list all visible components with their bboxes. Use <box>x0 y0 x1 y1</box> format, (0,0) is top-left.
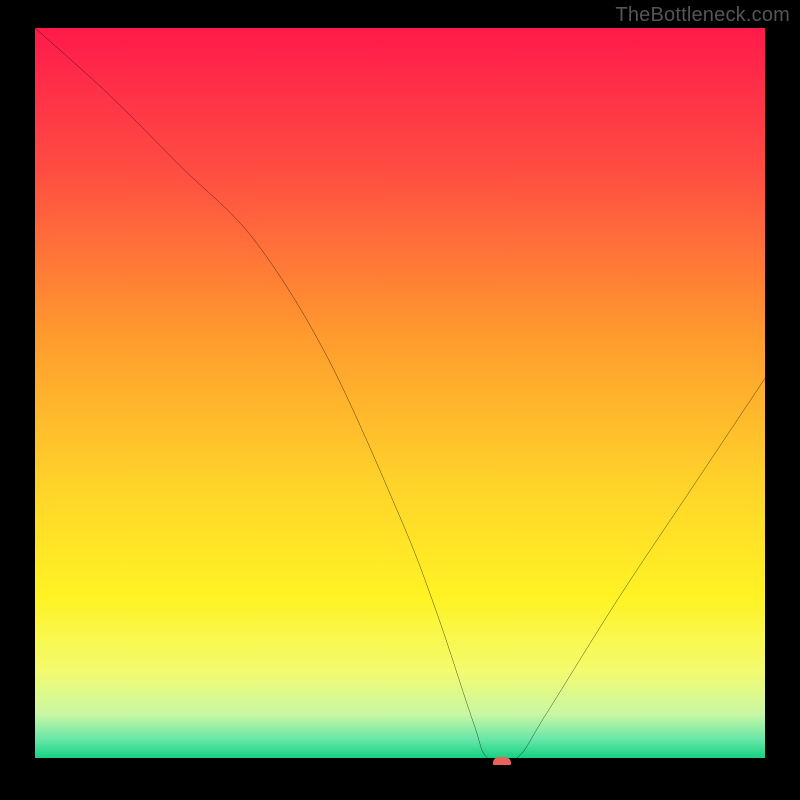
plot-area <box>35 28 765 765</box>
optimal-point-marker <box>493 757 511 765</box>
chart-frame: TheBottleneck.com <box>0 0 800 800</box>
bottleneck-curve <box>35 28 765 758</box>
watermark-text: TheBottleneck.com <box>615 4 790 27</box>
